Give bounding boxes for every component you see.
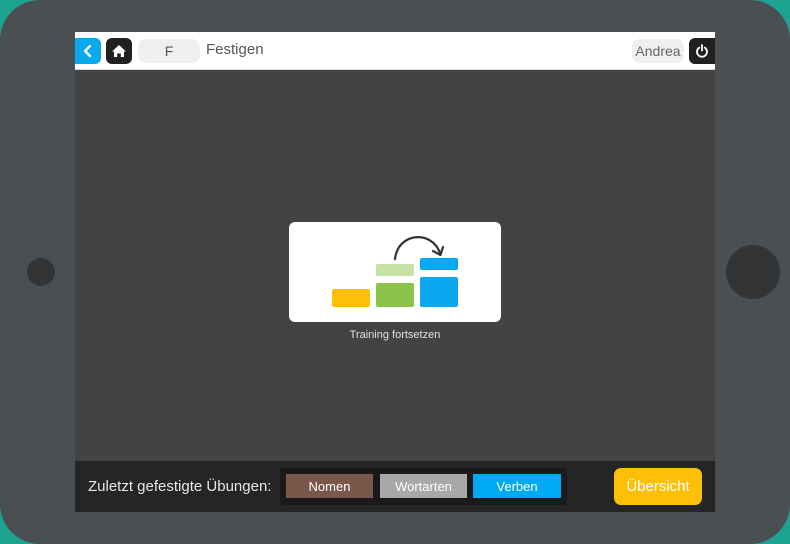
power-icon [696, 44, 708, 58]
continue-training-icon [332, 236, 458, 307]
recent-exercise-verben[interactable]: Verben [473, 474, 561, 498]
user-name-badge[interactable]: Andrea [632, 39, 684, 63]
bottom-bar: Zuletzt gefestigte Übungen: Nomen Wortar… [75, 461, 715, 512]
recent-exercises-label: Zuletzt gefestigte Übungen: [88, 478, 272, 495]
home-button[interactable] [106, 38, 132, 64]
continue-training-card[interactable] [289, 222, 501, 322]
recent-exercise-wortarten[interactable]: Wortarten [380, 474, 467, 498]
app-screen: F Festigen Andrea Training fortsetzen Zu… [75, 32, 715, 512]
tablet-frame: F Festigen Andrea Training fortsetzen Zu… [0, 0, 790, 544]
recent-exercises-list: Nomen Wortarten Verben [280, 468, 567, 505]
recent-exercise-nomen[interactable]: Nomen [286, 474, 373, 498]
home-icon [112, 45, 126, 57]
tablet-home-button[interactable] [726, 245, 780, 299]
back-button[interactable] [75, 38, 101, 64]
logout-button[interactable] [689, 38, 715, 64]
overview-button[interactable]: Übersicht [614, 468, 702, 505]
tablet-camera [27, 258, 55, 286]
letter-badge: F [138, 39, 200, 63]
chevron-left-icon [83, 44, 92, 58]
card-caption: Training fortsetzen [349, 329, 441, 341]
top-bar: F Festigen Andrea [75, 32, 715, 70]
page-title: Festigen [206, 41, 264, 58]
